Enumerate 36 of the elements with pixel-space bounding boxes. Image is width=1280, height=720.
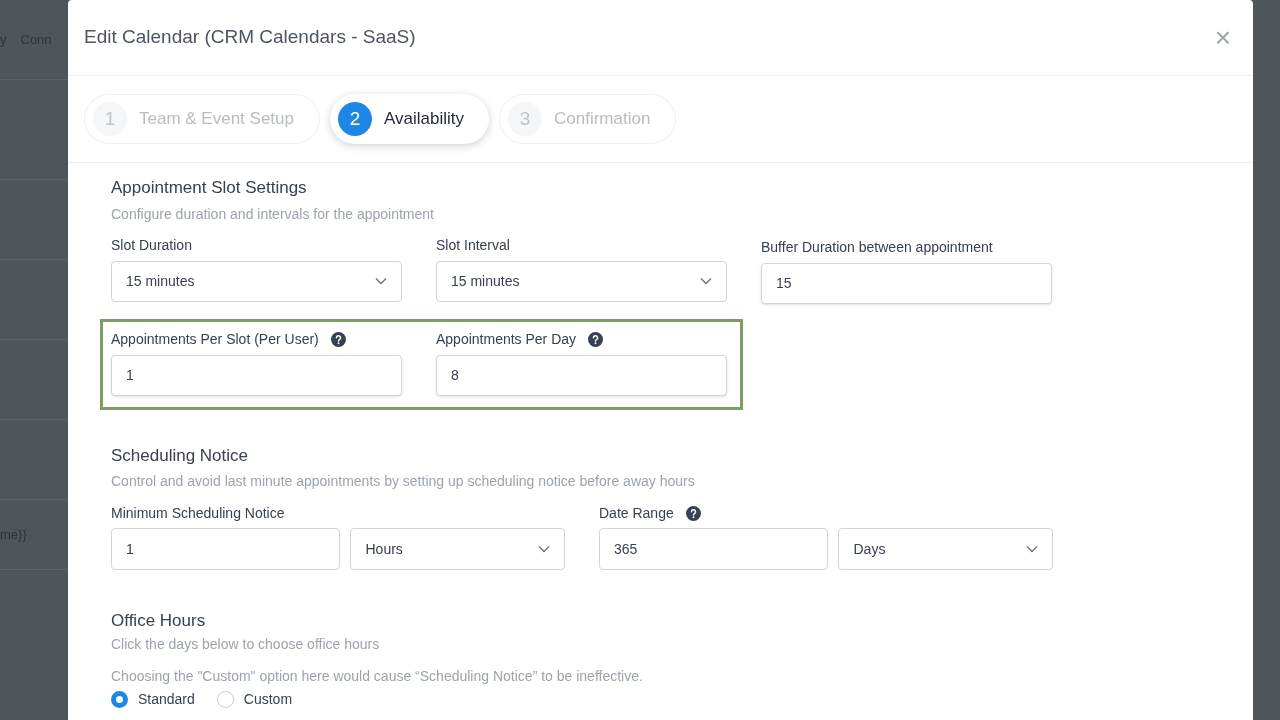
help-icon <box>330 332 346 347</box>
step-tab[interactable]: 2 Availability <box>330 94 489 144</box>
section-title: Scheduling Notice <box>111 444 250 467</box>
section-description: Control and avoid last minute appointments by setting up scheduling notice before away hours <box>111 472 696 491</box>
field-label: Appointments Per Day <box>436 330 577 349</box>
radio-option[interactable]: Custom <box>216 691 293 708</box>
input-field[interactable]: 15 <box>761 262 1052 304</box>
input-field[interactable]: 1 <box>111 528 341 570</box>
input-field[interactable]: 365 <box>599 528 829 570</box>
help-icon <box>685 505 701 521</box>
section-title: Office Hours <box>111 610 207 632</box>
step-number: 2 <box>338 102 372 136</box>
field-label: Slot Duration <box>111 236 192 255</box>
dialog-title: Edit Calendar (CRM Calendars - SaaS) <box>84 25 416 50</box>
field-label: Slot Interval <box>436 236 510 255</box>
section-title: Appointment Slot Settings <box>111 177 308 199</box>
radio-option[interactable]: Standard <box>111 691 195 708</box>
help-icon <box>588 332 604 347</box>
field-label: Minimum Scheduling Notice <box>111 503 285 523</box>
section-description: Configure duration and intervals for the appointment <box>111 204 435 224</box>
field-label: Date Range <box>599 503 674 523</box>
chevron-down-icon <box>1026 545 1038 553</box>
input-field[interactable]: 1 <box>111 354 402 396</box>
dropdown[interactable]: 15 minutes <box>111 260 402 302</box>
dropdown[interactable]: 15 minutes <box>436 260 727 302</box>
dropdown[interactable]: Days <box>838 528 1053 570</box>
chevron-down-icon <box>538 545 550 553</box>
note-text: Choosing the "Custom" option here would cause “Scheduling Notice” to be ineffective. <box>111 667 644 685</box>
chevron-down-icon <box>375 277 387 285</box>
input-field[interactable]: 8 <box>436 354 727 396</box>
chevron-down-icon <box>700 277 712 285</box>
field-label: Buffer Duration between appointment <box>761 238 993 257</box>
dropdown[interactable]: Hours <box>350 528 565 570</box>
radio-button[interactable] <box>111 691 128 708</box>
section-description: Click the days below to choose office hours <box>111 635 381 653</box>
field-label: Appointments Per Slot (Per User) <box>111 330 319 349</box>
